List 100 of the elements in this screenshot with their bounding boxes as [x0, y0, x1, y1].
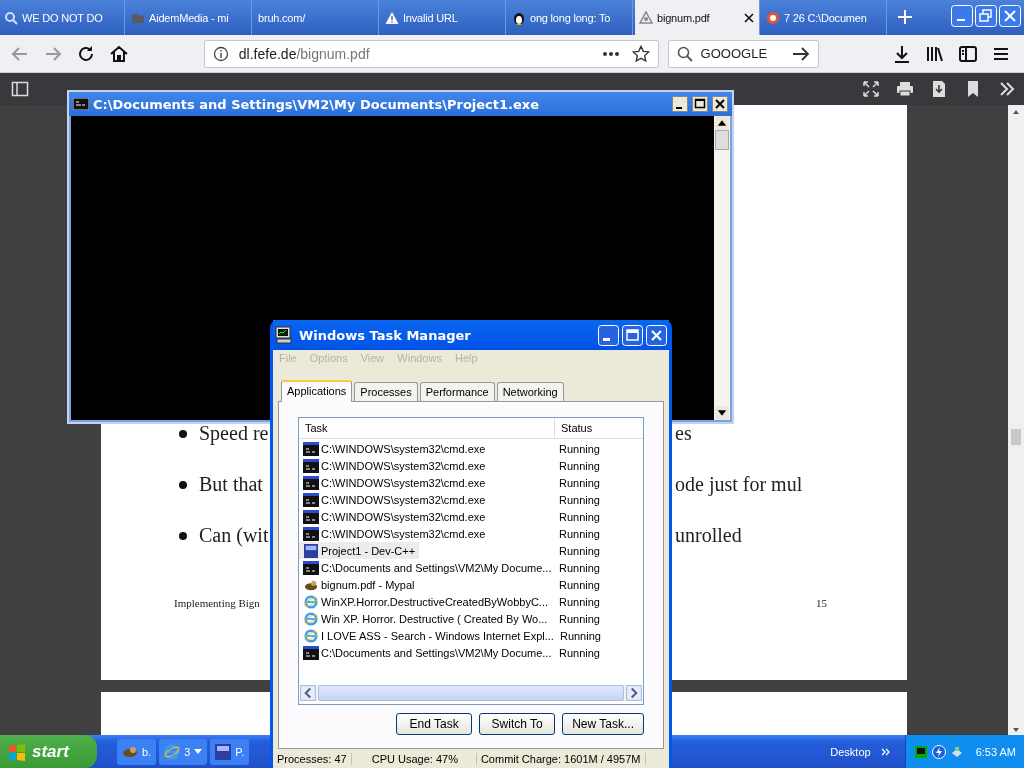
- scroll-thumb[interactable]: [1011, 429, 1021, 445]
- search-icon: [676, 45, 693, 62]
- status-cell-text: Running: [558, 492, 601, 508]
- close-icon[interactable]: [712, 96, 728, 112]
- circle-icon: [766, 10, 780, 25]
- save-icon[interactable]: [930, 80, 948, 98]
- console-icon: [303, 560, 319, 575]
- task-item[interactable]: WinXP.Horror.DestructiveCreatedByWobbyC...: [299, 593, 553, 610]
- task-item[interactable]: C:\Documents and Settings\VM2\My Docume...: [299, 559, 553, 576]
- status-bar-field: CPU Usage: 47%: [351, 753, 477, 765]
- taskbar-button[interactable]: P.: [210, 738, 250, 765]
- task-item[interactable]: C:\Documents and Settings\VM2\My Docume...: [299, 644, 553, 661]
- browser-icon: [164, 743, 181, 760]
- tab[interactable]: Networking: [496, 382, 564, 401]
- console-icon: [303, 492, 319, 507]
- bullet-icon: [179, 531, 187, 540]
- task-item[interactable]: C:\WINDOWS\system32\cmd.exe: [299, 457, 553, 474]
- status-cell-text: Running: [558, 594, 601, 610]
- task-item[interactable]: C:\WINDOWS\system32\cmd.exe: [299, 440, 553, 457]
- info-icon[interactable]: [212, 45, 229, 62]
- task-item[interactable]: C:\WINDOWS\system32\cmd.exe: [299, 474, 553, 491]
- status-bar-field: Processes: 47: [273, 753, 352, 765]
- console-icon: [303, 475, 319, 490]
- address-bar[interactable]: dl.fefe.de/bignum.pdf: [203, 39, 659, 68]
- scroll-thumb[interactable]: [715, 130, 729, 150]
- bullet-text: Speed re: [199, 422, 269, 445]
- star-icon[interactable]: [631, 44, 650, 63]
- minimize-icon[interactable]: [672, 96, 688, 112]
- toolbar-label[interactable]: Desktop: [830, 745, 871, 758]
- browser-icon: [303, 611, 319, 626]
- status-cell-text: Running: [558, 645, 601, 661]
- bullet-icon: [179, 429, 187, 438]
- warning-icon: [385, 10, 399, 25]
- task-item[interactable]: C:\WINDOWS\system32\cmd.exe: [299, 508, 553, 525]
- task-item[interactable]: Project1 - Dev-C++: [299, 542, 420, 559]
- windows-logo-icon: [8, 742, 26, 761]
- taskbar-button[interactable]: 3: [159, 738, 208, 765]
- browser-icon: [303, 628, 319, 643]
- more-icon[interactable]: [601, 50, 620, 57]
- sidebar-toggle-icon[interactable]: [11, 80, 29, 98]
- bullet-text: Can (wit: [199, 524, 269, 547]
- task-item[interactable]: I LOVE ASS - Search - Windows Internet Expl...: [299, 627, 554, 644]
- search-field[interactable]: GOOOGLE: [667, 39, 820, 68]
- tab[interactable]: Processes: [354, 382, 418, 401]
- taskbar-button[interactable]: b.: [117, 738, 157, 765]
- console-icon: [303, 509, 319, 524]
- status-cell-text: Running: [558, 628, 602, 644]
- console-icon: [303, 458, 319, 473]
- status-bar-field: Commit Charge: 1601M / 4957M: [476, 753, 646, 765]
- status-cell-text: Running: [558, 543, 601, 559]
- task-item[interactable]: bignum.pdf - Mypal: [299, 576, 553, 593]
- maximize-icon[interactable]: [692, 96, 708, 112]
- arrow-icon[interactable]: [792, 45, 811, 62]
- scrollbar[interactable]: [1008, 105, 1024, 735]
- column-header[interactable]: Task: [299, 418, 555, 438]
- task-item[interactable]: C:\WINDOWS\system32\cmd.exe: [299, 491, 553, 508]
- console-icon: [303, 526, 319, 541]
- tab[interactable]: Applications: [281, 380, 353, 402]
- lightning-icon[interactable]: [931, 744, 946, 759]
- dev-tool-icon: [215, 743, 232, 760]
- status-cell-text: Running: [558, 560, 601, 576]
- task-item[interactable]: Win XP. Horror. Destructive ( Created By Wo...: [299, 610, 553, 627]
- double-chevron-icon[interactable]: [998, 80, 1016, 98]
- home-icon[interactable]: [108, 43, 129, 64]
- double-chevron-icon[interactable]: [880, 746, 891, 757]
- window-title: Windows Task Manager: [299, 327, 472, 343]
- document-icon: [639, 10, 653, 25]
- dialog-button[interactable]: End Task: [396, 713, 473, 735]
- dev-tool-icon: [303, 543, 319, 558]
- plus-icon[interactable]: [897, 9, 913, 25]
- fullscreen-icon[interactable]: [862, 80, 880, 98]
- page-footer-title: Implementing Bign: [174, 597, 260, 609]
- sidebar-icon[interactable]: [958, 43, 979, 64]
- status-cell-text: Running: [558, 475, 601, 491]
- restore-icon[interactable]: [975, 5, 997, 27]
- tab[interactable]: Performance: [419, 382, 495, 401]
- penguin-icon: [512, 10, 526, 25]
- computer-icon: [275, 326, 293, 344]
- column-header[interactable]: Status: [555, 418, 643, 438]
- bullet-icon: [179, 480, 187, 489]
- scrollbar[interactable]: [714, 116, 730, 420]
- console-icon: [303, 645, 319, 660]
- browser-icon: [303, 594, 319, 609]
- monitor-icon[interactable]: [913, 744, 928, 759]
- bullet-text: es: [675, 422, 692, 445]
- task-item[interactable]: C:\WINDOWS\system32\cmd.exe: [299, 525, 553, 542]
- close-icon[interactable]: [743, 11, 755, 24]
- window-title: C:\Documents and Settings\VM2\My Documents\Project1.exe: [93, 96, 541, 112]
- status-cell-text: Running: [558, 611, 601, 627]
- page-number: 15: [816, 597, 827, 609]
- status-cell-text: Running: [558, 441, 601, 457]
- browser-tab[interactable]: bignum.pdf: [635, 0, 760, 35]
- dialog-button[interactable]: New Task...: [562, 713, 644, 735]
- search-icon: [4, 10, 18, 25]
- print-icon[interactable]: [896, 80, 914, 98]
- status-cell-text: Running: [558, 577, 601, 593]
- console-icon: [303, 441, 319, 456]
- bullet-text: But that: [199, 473, 263, 496]
- dialog-button[interactable]: Switch To: [479, 713, 556, 735]
- bullet-text: unrolled: [675, 524, 742, 547]
